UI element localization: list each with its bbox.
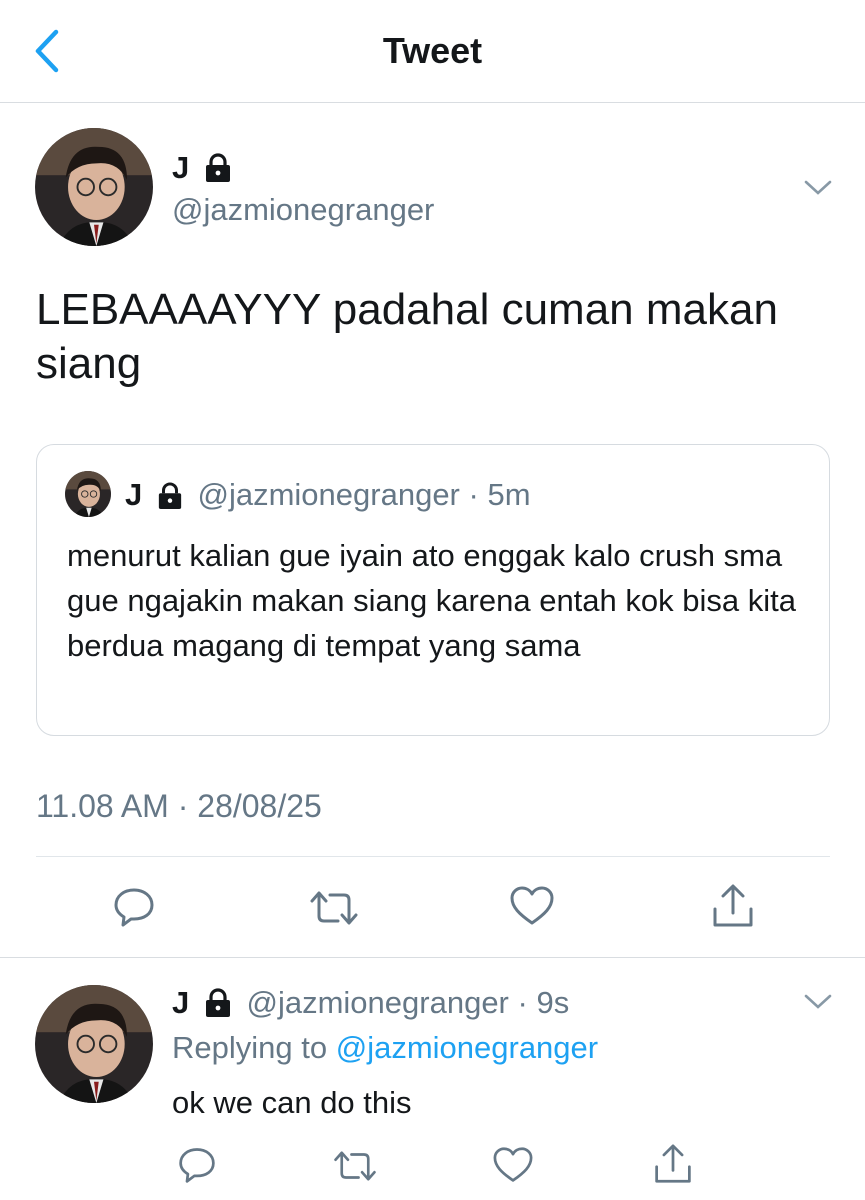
author-name-text: J <box>172 150 190 185</box>
avatar[interactable] <box>35 128 153 246</box>
quoted-tweet-text: menurut kalian gue iyain ato enggak kalo… <box>67 538 796 663</box>
heart-icon[interactable] <box>492 1146 534 1184</box>
reply-author-line: J @jazmionegranger · 9s <box>172 985 569 1023</box>
share-icon[interactable] <box>653 1143 693 1185</box>
retweet-icon[interactable] <box>308 889 360 927</box>
reply-time: · 9s <box>517 985 570 1020</box>
quoted-author-handle: @jazmionegranger <box>197 477 460 512</box>
retweet-icon[interactable] <box>332 1149 378 1183</box>
share-icon[interactable] <box>711 883 755 929</box>
divider <box>36 856 830 857</box>
chevron-down-icon[interactable] <box>803 178 833 198</box>
quoted-author-name: J <box>125 477 143 512</box>
comment-icon[interactable] <box>112 885 156 929</box>
quoted-tweet-card[interactable]: J @jazmionegranger · 5m menurut kalian g… <box>36 444 830 736</box>
author-name[interactable]: J <box>172 150 232 188</box>
lock-icon <box>198 987 238 1023</box>
reply-avatar[interactable] <box>35 985 153 1103</box>
lock-icon <box>198 152 232 188</box>
quoted-time: · 5m <box>468 477 531 512</box>
divider <box>0 957 865 958</box>
reply-author-handle[interactable]: @jazmionegranger <box>247 985 509 1020</box>
tweet-timestamp: 11.08 AM · 28/08/25 <box>36 788 322 824</box>
lock-icon <box>151 479 189 515</box>
page-title: Tweet <box>382 30 483 71</box>
replying-prefix: Replying to <box>172 1030 328 1065</box>
quoted-author-line: J @jazmionegranger · 5m <box>125 477 531 515</box>
chevron-down-icon[interactable] <box>803 992 833 1012</box>
quoted-avatar <box>65 471 111 517</box>
heart-icon[interactable] <box>509 885 555 927</box>
replying-to-link[interactable]: @jazmionegranger <box>336 1030 598 1065</box>
reply-author-name[interactable]: J <box>172 985 189 1020</box>
tweet-text: LEBAAAAYYY padahal cuman makan siang <box>36 285 778 388</box>
comment-icon[interactable] <box>177 1145 217 1185</box>
author-handle[interactable]: @jazmionegranger <box>172 192 434 228</box>
replying-to-line: Replying to @jazmionegranger <box>172 1030 598 1066</box>
reply-text: ok we can do this <box>172 1085 412 1120</box>
top-bar: Tweet <box>0 0 865 103</box>
